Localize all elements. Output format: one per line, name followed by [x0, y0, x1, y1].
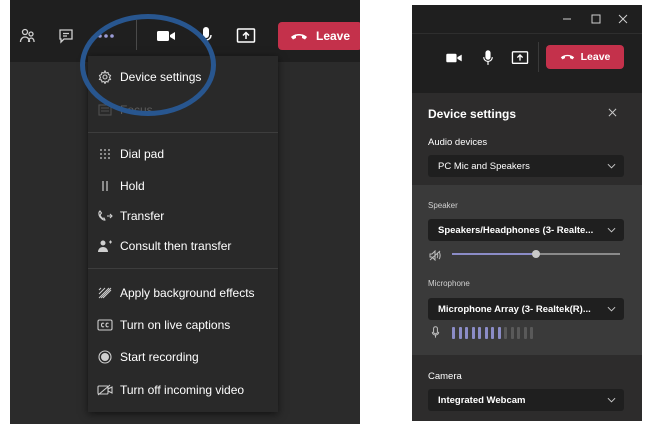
level-bar — [452, 327, 455, 339]
level-bar — [517, 327, 520, 339]
hang-up-icon — [290, 29, 308, 43]
call-window-right: Leave Device settings Audio devices PC M… — [412, 5, 642, 421]
chevron-down-icon — [607, 161, 616, 172]
level-bar — [478, 327, 481, 339]
level-bar — [465, 327, 468, 339]
camera-icon[interactable] — [442, 46, 466, 70]
camera-label: Camera — [428, 371, 462, 382]
call-toolbar: Leave — [412, 33, 642, 82]
captions-icon — [90, 319, 120, 331]
slider-thumb[interactable] — [532, 250, 540, 258]
menu-item-label: Start recording — [120, 350, 199, 364]
chevron-down-icon — [607, 225, 616, 236]
chat-icon[interactable] — [54, 24, 78, 48]
slider-fill — [452, 253, 536, 255]
leave-label: Leave — [580, 51, 611, 63]
microphone-icon[interactable] — [476, 46, 500, 70]
level-bar — [530, 327, 533, 339]
level-bar — [471, 327, 475, 339]
menu-item-label: Turn on live captions — [120, 318, 231, 332]
menu-item-start-recording[interactable]: Start recording — [88, 344, 278, 370]
close-icon[interactable] — [612, 9, 634, 29]
record-icon — [90, 350, 120, 364]
leave-button[interactable]: Leave — [546, 45, 624, 69]
video-off-icon — [90, 384, 120, 396]
audio-devices-dropdown[interactable]: PC Mic and Speakers — [428, 155, 624, 177]
chevron-down-icon — [607, 304, 616, 315]
minimize-icon[interactable] — [556, 9, 578, 29]
highlight-circle-annotation — [80, 14, 216, 116]
menu-item-label: Transfer — [120, 209, 165, 223]
camera-dropdown[interactable]: Integrated Webcam — [428, 389, 624, 411]
menu-item-label: Apply background effects — [120, 286, 255, 300]
menu-item-label: Turn off incoming video — [120, 383, 245, 397]
level-bar — [510, 327, 514, 339]
level-bar — [504, 327, 507, 339]
dropdown-value: Microphone Array (3- Realtek(R)... — [438, 303, 591, 315]
background-effects-icon — [90, 287, 120, 299]
dropdown-value: Integrated Webcam — [438, 394, 526, 406]
level-bar — [458, 327, 462, 339]
menu-item-transfer[interactable]: Transfer — [88, 203, 278, 229]
call-window-left: Leave Device settings Focus Dial pad Hol… — [10, 0, 360, 424]
device-settings-panel: Device settings Audio devices PC Mic and… — [412, 93, 642, 421]
close-icon[interactable] — [608, 105, 617, 120]
microphone-level-meter — [452, 327, 533, 339]
leave-button[interactable]: Leave — [278, 22, 360, 50]
pause-icon — [90, 180, 120, 192]
dropdown-value: Speakers/Headphones (3- Realte... — [438, 224, 594, 236]
level-bar — [497, 327, 501, 339]
menu-item-live-captions[interactable]: Turn on live captions — [88, 312, 278, 338]
menu-item-apply-background-effects[interactable]: Apply background effects — [88, 280, 278, 306]
microphone-label: Microphone — [428, 279, 470, 288]
toolbar-divider — [538, 42, 539, 72]
transfer-icon — [90, 209, 120, 223]
level-bar — [491, 327, 494, 339]
microphone-icon — [431, 326, 440, 344]
level-bar — [523, 327, 527, 339]
menu-divider — [88, 268, 278, 269]
audio-devices-label: Audio devices — [428, 137, 488, 148]
people-icon[interactable] — [16, 24, 40, 48]
speaker-label: Speaker — [428, 201, 458, 210]
level-bar — [484, 327, 488, 339]
speaker-dropdown[interactable]: Speakers/Headphones (3- Realte... — [428, 219, 624, 241]
menu-item-consult-then-transfer[interactable]: Consult then transfer — [88, 233, 278, 259]
chevron-down-icon — [607, 395, 616, 406]
dropdown-value: PC Mic and Speakers — [438, 160, 530, 172]
maximize-icon[interactable] — [585, 9, 607, 29]
share-screen-icon[interactable] — [234, 24, 258, 48]
consult-icon — [90, 239, 120, 253]
menu-item-hold[interactable]: Hold — [88, 173, 278, 199]
menu-item-label: Consult then transfer — [120, 239, 232, 253]
leave-label: Leave — [315, 29, 351, 43]
menu-item-label: Dial pad — [120, 147, 165, 161]
speaker-volume-slider[interactable] — [452, 250, 620, 258]
share-screen-icon[interactable] — [508, 46, 532, 70]
device-settings-title: Device settings — [428, 107, 517, 121]
microphone-dropdown[interactable]: Microphone Array (3- Realtek(R)... — [428, 298, 624, 320]
menu-item-dial-pad[interactable]: Dial pad — [88, 141, 278, 167]
hang-up-icon — [560, 51, 575, 63]
speaker-mute-icon[interactable] — [429, 248, 441, 266]
menu-item-label: Hold — [120, 179, 145, 193]
menu-item-turn-off-incoming-video[interactable]: Turn off incoming video — [88, 377, 278, 403]
window-titlebar — [412, 5, 642, 33]
menu-divider — [88, 132, 278, 133]
dialpad-icon — [90, 148, 120, 160]
